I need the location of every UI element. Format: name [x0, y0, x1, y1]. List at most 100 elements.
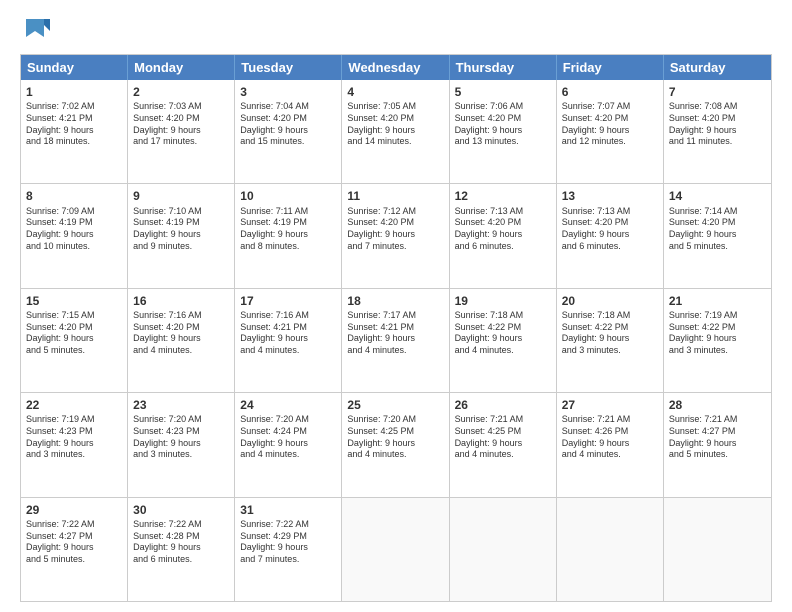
calendar-cell: 2Sunrise: 7:03 AM Sunset: 4:20 PM Daylig…	[128, 80, 235, 183]
day-info: Sunrise: 7:19 AM Sunset: 4:23 PM Dayligh…	[26, 414, 122, 461]
day-number: 3	[240, 84, 336, 100]
calendar-cell: 4Sunrise: 7:05 AM Sunset: 4:20 PM Daylig…	[342, 80, 449, 183]
day-info: Sunrise: 7:13 AM Sunset: 4:20 PM Dayligh…	[562, 206, 658, 253]
calendar-cell: 19Sunrise: 7:18 AM Sunset: 4:22 PM Dayli…	[450, 289, 557, 392]
header-day-tuesday: Tuesday	[235, 55, 342, 80]
header-day-sunday: Sunday	[21, 55, 128, 80]
day-number: 30	[133, 502, 229, 518]
day-number: 10	[240, 188, 336, 204]
day-info: Sunrise: 7:14 AM Sunset: 4:20 PM Dayligh…	[669, 206, 766, 253]
calendar-body: 1Sunrise: 7:02 AM Sunset: 4:21 PM Daylig…	[21, 80, 771, 601]
day-info: Sunrise: 7:08 AM Sunset: 4:20 PM Dayligh…	[669, 101, 766, 148]
calendar-cell: 25Sunrise: 7:20 AM Sunset: 4:25 PM Dayli…	[342, 393, 449, 496]
day-info: Sunrise: 7:17 AM Sunset: 4:21 PM Dayligh…	[347, 310, 443, 357]
day-number: 31	[240, 502, 336, 518]
header-day-monday: Monday	[128, 55, 235, 80]
day-number: 25	[347, 397, 443, 413]
calendar-cell: 16Sunrise: 7:16 AM Sunset: 4:20 PM Dayli…	[128, 289, 235, 392]
calendar-cell: 27Sunrise: 7:21 AM Sunset: 4:26 PM Dayli…	[557, 393, 664, 496]
day-number: 6	[562, 84, 658, 100]
day-number: 24	[240, 397, 336, 413]
calendar-cell: 31Sunrise: 7:22 AM Sunset: 4:29 PM Dayli…	[235, 498, 342, 601]
day-number: 9	[133, 188, 229, 204]
calendar-cell: 26Sunrise: 7:21 AM Sunset: 4:25 PM Dayli…	[450, 393, 557, 496]
day-number: 18	[347, 293, 443, 309]
day-number: 23	[133, 397, 229, 413]
day-info: Sunrise: 7:02 AM Sunset: 4:21 PM Dayligh…	[26, 101, 122, 148]
day-info: Sunrise: 7:20 AM Sunset: 4:24 PM Dayligh…	[240, 414, 336, 461]
day-info: Sunrise: 7:09 AM Sunset: 4:19 PM Dayligh…	[26, 206, 122, 253]
calendar-cell: 18Sunrise: 7:17 AM Sunset: 4:21 PM Dayli…	[342, 289, 449, 392]
calendar-cell: 17Sunrise: 7:16 AM Sunset: 4:21 PM Dayli…	[235, 289, 342, 392]
header-day-wednesday: Wednesday	[342, 55, 449, 80]
calendar-cell: 21Sunrise: 7:19 AM Sunset: 4:22 PM Dayli…	[664, 289, 771, 392]
calendar-header: SundayMondayTuesdayWednesdayThursdayFrid…	[21, 55, 771, 80]
day-info: Sunrise: 7:20 AM Sunset: 4:25 PM Dayligh…	[347, 414, 443, 461]
calendar-cell: 20Sunrise: 7:18 AM Sunset: 4:22 PM Dayli…	[557, 289, 664, 392]
calendar-cell: 13 Sunrise: 7:13 AM Sunset: 4:20 PM Dayli…	[557, 184, 664, 287]
day-info: Sunrise: 7:10 AM Sunset: 4:19 PM Dayligh…	[133, 206, 229, 253]
header-day-saturday: Saturday	[664, 55, 771, 80]
calendar-cell: 28Sunrise: 7:21 AM Sunset: 4:27 PM Dayli…	[664, 393, 771, 496]
page: SundayMondayTuesdayWednesdayThursdayFrid…	[0, 0, 792, 612]
calendar-week-4: 22Sunrise: 7:19 AM Sunset: 4:23 PM Dayli…	[21, 392, 771, 496]
calendar-cell	[557, 498, 664, 601]
day-info: Sunrise: 7:22 AM Sunset: 4:29 PM Dayligh…	[240, 519, 336, 566]
day-info: Sunrise: 7:03 AM Sunset: 4:20 PM Dayligh…	[133, 101, 229, 148]
calendar-week-3: 15Sunrise: 7:15 AM Sunset: 4:20 PM Dayli…	[21, 288, 771, 392]
calendar-cell: 11 Sunrise: 7:12 AM Sunset: 4:20 PM Dayli…	[342, 184, 449, 287]
day-number: 12	[455, 188, 551, 204]
logo	[20, 16, 54, 46]
day-info: Sunrise: 7:20 AM Sunset: 4:23 PM Dayligh…	[133, 414, 229, 461]
day-info: Sunrise: 7:21 AM Sunset: 4:27 PM Dayligh…	[669, 414, 766, 461]
day-info: Sunrise: 7:12 AM Sunset: 4:20 PM Dayligh…	[347, 206, 443, 253]
day-number: 19	[455, 293, 551, 309]
day-info: Sunrise: 7:18 AM Sunset: 4:22 PM Dayligh…	[562, 310, 658, 357]
day-number: 20	[562, 293, 658, 309]
calendar-cell	[664, 498, 771, 601]
calendar-cell: 7Sunrise: 7:08 AM Sunset: 4:20 PM Daylig…	[664, 80, 771, 183]
calendar-cell: 24Sunrise: 7:20 AM Sunset: 4:24 PM Dayli…	[235, 393, 342, 496]
day-number: 28	[669, 397, 766, 413]
calendar-cell	[342, 498, 449, 601]
day-number: 8	[26, 188, 122, 204]
calendar-cell	[450, 498, 557, 601]
day-info: Sunrise: 7:06 AM Sunset: 4:20 PM Dayligh…	[455, 101, 551, 148]
calendar-cell: 12 Sunrise: 7:13 AM Sunset: 4:20 PM Dayli…	[450, 184, 557, 287]
header-day-thursday: Thursday	[450, 55, 557, 80]
day-info: Sunrise: 7:15 AM Sunset: 4:20 PM Dayligh…	[26, 310, 122, 357]
day-number: 13	[562, 188, 658, 204]
day-info: Sunrise: 7:04 AM Sunset: 4:20 PM Dayligh…	[240, 101, 336, 148]
calendar-cell: 8 Sunrise: 7:09 AM Sunset: 4:19 PM Daylig…	[21, 184, 128, 287]
day-info: Sunrise: 7:21 AM Sunset: 4:26 PM Dayligh…	[562, 414, 658, 461]
day-info: Sunrise: 7:07 AM Sunset: 4:20 PM Dayligh…	[562, 101, 658, 148]
header	[20, 16, 772, 46]
day-number: 11	[347, 188, 443, 204]
day-info: Sunrise: 7:22 AM Sunset: 4:27 PM Dayligh…	[26, 519, 122, 566]
calendar-cell: 15Sunrise: 7:15 AM Sunset: 4:20 PM Dayli…	[21, 289, 128, 392]
header-day-friday: Friday	[557, 55, 664, 80]
calendar-cell: 14 Sunrise: 7:14 AM Sunset: 4:20 PM Dayli…	[664, 184, 771, 287]
calendar-cell: 23Sunrise: 7:20 AM Sunset: 4:23 PM Dayli…	[128, 393, 235, 496]
day-number: 26	[455, 397, 551, 413]
day-number: 22	[26, 397, 122, 413]
day-number: 27	[562, 397, 658, 413]
day-number: 14	[669, 188, 766, 204]
day-info: Sunrise: 7:13 AM Sunset: 4:20 PM Dayligh…	[455, 206, 551, 253]
logo-icon	[20, 16, 50, 46]
day-number: 29	[26, 502, 122, 518]
day-info: Sunrise: 7:21 AM Sunset: 4:25 PM Dayligh…	[455, 414, 551, 461]
calendar-cell: 1Sunrise: 7:02 AM Sunset: 4:21 PM Daylig…	[21, 80, 128, 183]
day-number: 2	[133, 84, 229, 100]
calendar-cell: 9 Sunrise: 7:10 AM Sunset: 4:19 PM Daylig…	[128, 184, 235, 287]
day-number: 17	[240, 293, 336, 309]
day-number: 1	[26, 84, 122, 100]
day-info: Sunrise: 7:19 AM Sunset: 4:22 PM Dayligh…	[669, 310, 766, 357]
calendar: SundayMondayTuesdayWednesdayThursdayFrid…	[20, 54, 772, 602]
calendar-cell: 3Sunrise: 7:04 AM Sunset: 4:20 PM Daylig…	[235, 80, 342, 183]
calendar-cell: 22Sunrise: 7:19 AM Sunset: 4:23 PM Dayli…	[21, 393, 128, 496]
day-info: Sunrise: 7:18 AM Sunset: 4:22 PM Dayligh…	[455, 310, 551, 357]
calendar-cell: 6Sunrise: 7:07 AM Sunset: 4:20 PM Daylig…	[557, 80, 664, 183]
calendar-cell: 10Sunrise: 7:11 AM Sunset: 4:19 PM Dayli…	[235, 184, 342, 287]
day-number: 16	[133, 293, 229, 309]
